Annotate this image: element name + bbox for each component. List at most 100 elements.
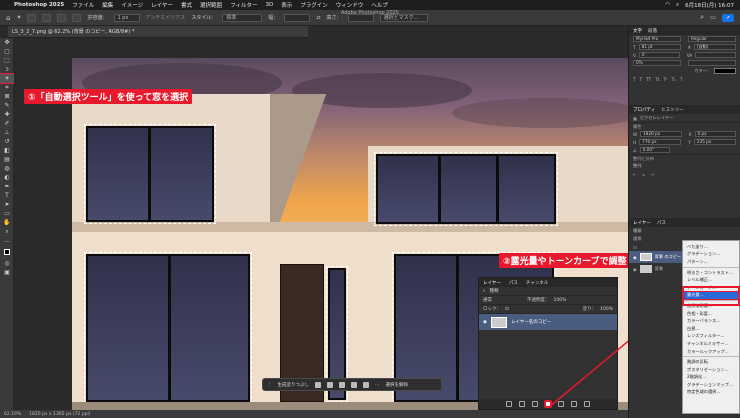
artboard-tool-icon[interactable]: ▢ bbox=[0, 47, 14, 56]
dodge-tool-icon[interactable]: ◐ bbox=[0, 173, 14, 182]
tab-channels[interactable]: チャンネル bbox=[526, 280, 548, 286]
menu-help[interactable]: ヘルプ bbox=[371, 1, 388, 9]
menu-item-pattern[interactable]: パターン... bbox=[683, 258, 739, 266]
tab-paths[interactable]: パス bbox=[509, 280, 518, 286]
new-selection-button[interactable] bbox=[27, 13, 37, 22]
upper-window-right[interactable] bbox=[374, 152, 558, 226]
menu-type[interactable]: 書式 bbox=[181, 1, 192, 9]
brush-tool-icon[interactable]: ✐ bbox=[0, 119, 14, 128]
menu-view[interactable]: 表示 bbox=[281, 1, 292, 9]
align-section[interactable]: 整列と分布 bbox=[629, 154, 740, 162]
lock-icon[interactable]: ⊡ bbox=[633, 245, 637, 250]
width-field[interactable] bbox=[284, 13, 311, 22]
menu-item-color-lookup[interactable]: カラールックアップ... bbox=[683, 348, 739, 356]
mask-icon[interactable] bbox=[339, 381, 346, 388]
angle-field[interactable]: 0.00° bbox=[639, 147, 670, 153]
tab-properties[interactable]: プロパティ bbox=[633, 107, 655, 113]
align-left-icon[interactable]: ⊢ bbox=[633, 172, 637, 177]
zoom-tool-icon[interactable]: ⌕ bbox=[0, 227, 14, 236]
layer-bg-name[interactable]: 背景 bbox=[655, 266, 663, 272]
menu-item-gradient-map[interactable]: グラデーションマップ... bbox=[683, 381, 739, 389]
height-field[interactable]: 770 px bbox=[639, 139, 682, 145]
magic-wand-tool-icon[interactable]: ✶ bbox=[16, 14, 21, 21]
scale2-field[interactable] bbox=[688, 60, 736, 66]
crop-tool-icon[interactable]: ⌗ bbox=[0, 83, 14, 92]
align-right-icon[interactable]: ⊣ bbox=[650, 172, 654, 177]
eyedropper-tool-icon[interactable]: ✎ bbox=[0, 101, 14, 110]
tab-paths-right[interactable]: パス bbox=[657, 220, 666, 226]
invert-selection-icon[interactable] bbox=[327, 381, 334, 388]
menu-item-gradient[interactable]: グラデーション... bbox=[683, 251, 739, 259]
fill-icon[interactable] bbox=[351, 381, 358, 388]
menu-item-solid-color[interactable]: べた塗り... bbox=[683, 243, 739, 251]
menu-image[interactable]: イメージ bbox=[121, 1, 143, 9]
menu-edit[interactable]: 編集 bbox=[102, 1, 113, 9]
lock-icon[interactable]: ⊡ bbox=[505, 307, 509, 312]
menu-item-photo-filter[interactable]: レンズフィルター... bbox=[683, 333, 739, 341]
link-icon[interactable] bbox=[506, 401, 512, 407]
workspace-icon[interactable]: ▭ bbox=[710, 14, 716, 21]
menu-item-posterize[interactable]: ポスタリゼーション... bbox=[683, 366, 739, 374]
magic-wand-tool-icon[interactable]: ✶ bbox=[0, 73, 15, 84]
modify-selection-icon[interactable] bbox=[315, 381, 322, 388]
tracking2-field[interactable] bbox=[695, 52, 736, 58]
deselect-button[interactable]: 選択を解除 bbox=[386, 382, 409, 388]
tab-paragraph[interactable]: 段落 bbox=[648, 28, 657, 34]
history-brush-icon[interactable]: ↺ bbox=[0, 137, 14, 146]
search-icon[interactable]: ⌕ bbox=[676, 2, 679, 9]
layer-copy-name[interactable]: 背景 のコピー bbox=[655, 254, 681, 260]
move-tool-icon[interactable]: ✥ bbox=[0, 38, 14, 47]
blend-mode-select[interactable]: 通常 bbox=[483, 297, 523, 303]
lasso-tool-icon[interactable]: ↄ bbox=[0, 65, 14, 74]
more-icon[interactable]: … bbox=[375, 382, 380, 387]
menu-3d[interactable]: 3D bbox=[265, 2, 273, 8]
align-center-icon[interactable]: ⊥ bbox=[642, 172, 646, 177]
menu-item-black-white[interactable]: 白黒... bbox=[683, 325, 739, 333]
menu-item-color-balance[interactable]: カラーバランス... bbox=[683, 317, 739, 325]
antialias-label[interactable]: アンチエイリアス bbox=[146, 14, 186, 21]
adjust-icon[interactable] bbox=[363, 381, 370, 388]
frame-tool-icon[interactable]: ⊠ bbox=[0, 92, 14, 101]
width-field[interactable]: 1820 px bbox=[640, 131, 682, 137]
bold-icon[interactable]: T bbox=[633, 77, 636, 82]
hand-tool-icon[interactable]: ✋ bbox=[0, 218, 14, 227]
search-icon[interactable]: ⌕ bbox=[700, 13, 704, 22]
tab-history[interactable]: ヒストリー bbox=[661, 107, 684, 113]
quick-mask-icon[interactable]: ◎ bbox=[0, 259, 14, 268]
kind-filter-right[interactable]: 種類 bbox=[633, 228, 641, 234]
menu-item-selective-color[interactable]: 特定色域の選択... bbox=[683, 389, 739, 397]
add-selection-button[interactable] bbox=[42, 13, 52, 22]
menu-item-threshold[interactable]: 2階調化... bbox=[683, 374, 739, 382]
home-icon[interactable]: ⌂ bbox=[6, 14, 10, 22]
menu-layer[interactable]: レイヤー bbox=[151, 1, 173, 9]
underline-icon[interactable]: T bbox=[680, 77, 683, 82]
color-swatch-icon[interactable] bbox=[0, 245, 14, 259]
y-field[interactable]: 235 px bbox=[693, 139, 736, 145]
menu-window[interactable]: ウィンドウ bbox=[336, 1, 364, 9]
eye-icon[interactable]: ◉ bbox=[633, 255, 637, 260]
super-icon[interactable]: T¹ bbox=[663, 77, 667, 82]
menu-select[interactable]: 選択範囲 bbox=[200, 1, 222, 9]
taskbar-grip-icon[interactable]: ⋮ bbox=[267, 382, 272, 387]
menu-item-brightness[interactable]: 明るさ・コントラスト... bbox=[683, 269, 739, 277]
pen-tool-icon[interactable]: ✒ bbox=[0, 182, 14, 191]
leading-field[interactable]: (自動) bbox=[693, 44, 736, 50]
document-tab[interactable]: LS_3_2_7.png @ 62.2% (背景 のコピー, RGB/8#) * bbox=[8, 26, 308, 38]
style-select[interactable]: 標準 bbox=[222, 13, 263, 22]
type-tool-icon[interactable]: T bbox=[0, 191, 14, 200]
add-mask-icon[interactable] bbox=[532, 401, 538, 407]
wifi-icon[interactable]: ◠ bbox=[665, 2, 670, 8]
menu-item-levels[interactable]: レベル補正... bbox=[683, 276, 739, 284]
font-style-select[interactable]: Regular bbox=[688, 36, 736, 42]
marquee-tool-icon[interactable]: ⬚ bbox=[0, 56, 14, 65]
gradient-tool-icon[interactable]: ▤ bbox=[0, 155, 14, 164]
blur-tool-icon[interactable]: ◍ bbox=[0, 164, 14, 173]
font-size-field[interactable]: 81 pt bbox=[638, 44, 681, 50]
eye-icon[interactable]: ◉ bbox=[633, 267, 637, 272]
menu-filter[interactable]: フィルター bbox=[230, 1, 257, 9]
scale-field[interactable]: 0% bbox=[633, 60, 681, 66]
select-mask-button[interactable]: 選択とマスク... bbox=[379, 13, 428, 22]
kind-filter[interactable]: 種類 bbox=[490, 288, 499, 294]
menu-app-name[interactable]: Photoshop 2025 bbox=[14, 2, 64, 8]
generative-fill-button[interactable]: 生成塗りつぶし bbox=[278, 382, 310, 388]
